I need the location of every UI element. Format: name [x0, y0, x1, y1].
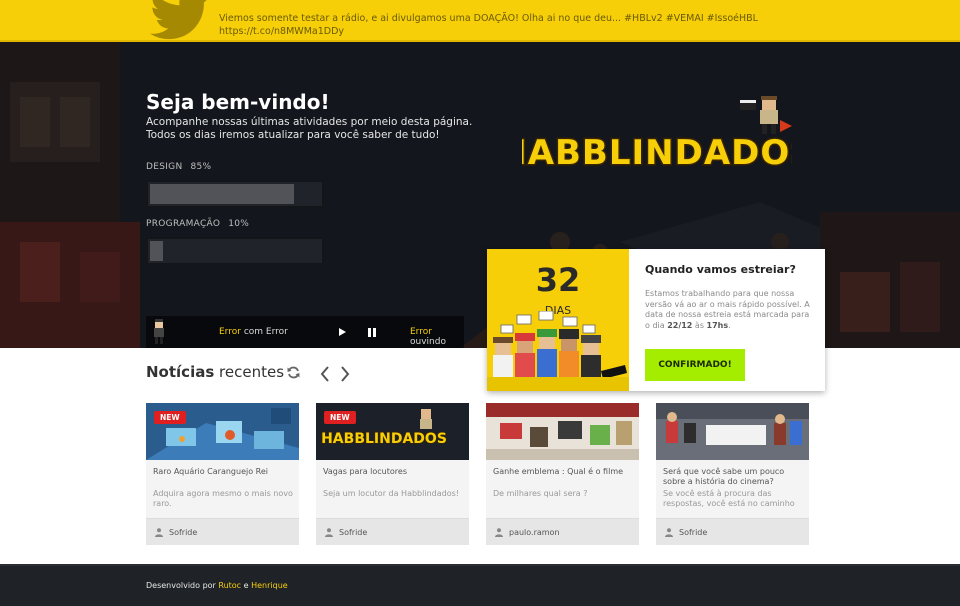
confirm-button[interactable]: CONFIRMADO! — [645, 349, 745, 381]
news-card[interactable]: Ganhe emblema : Qual é o filme De milhar… — [486, 403, 639, 545]
skill-fill-design — [150, 184, 294, 204]
play-button[interactable] — [339, 328, 346, 336]
radio-listener-suffix: ouvindo — [410, 337, 446, 347]
twitter-bar: Viemos somente testar a rádio, e ai divu… — [0, 0, 960, 42]
skill-percent: 10% — [228, 219, 250, 229]
countdown-number: 32 — [535, 261, 581, 299]
news-author: Sofride — [169, 528, 198, 537]
radio-dj-info: Error com Error — [219, 327, 288, 337]
page-footer: Desenvolvido por Rutoc e Henrique — [0, 564, 960, 606]
radio-listener-info: Error ouvindo — [410, 327, 464, 347]
news-description: Se você está à procura das respostas, vo… — [663, 489, 795, 508]
tweet-body: Viemos somente testar a rádio, e ai divu… — [219, 13, 758, 24]
news-author: paulo.ramon — [509, 528, 560, 537]
countdown-desc-mid: às — [692, 320, 707, 330]
tweet-link[interactable]: https://t.co/n8MWMa1DDy — [219, 25, 859, 38]
footer-credits: Desenvolvido por Rutoc e Henrique — [146, 581, 288, 590]
footer-author-link[interactable]: Rutoc — [218, 581, 241, 590]
skill-label-design: DESIGN 85% — [146, 162, 211, 172]
countdown-description: Estamos trabalhando para que nossa versã… — [645, 289, 813, 331]
welcome-title: Seja bem-vindo! — [146, 90, 330, 114]
skill-percent: 85% — [190, 162, 212, 172]
news-heading-bold: Notícias — [146, 363, 215, 381]
skill-name: PROGRAMAÇÃO — [146, 219, 221, 229]
news-footer: Sofride — [656, 518, 809, 545]
news-footer: paulo.ramon — [486, 518, 639, 545]
tweet-text: Viemos somente testar a rádio, e ai divu… — [219, 12, 859, 38]
news-heading-rest: recentes — [219, 363, 285, 381]
radio-dj-name: Error — [219, 327, 241, 337]
news-image-logo-text: HABBLINDADOS — [321, 431, 447, 447]
news-heading: Notícias recentes — [146, 363, 284, 381]
dj-avatar — [154, 319, 164, 344]
skill-label-programacao: PROGRAMAÇÃO 10% — [146, 219, 249, 229]
news-card-image — [656, 403, 809, 460]
skill-bar-programacao — [146, 237, 324, 265]
news-card[interactable]: NEW Raro Aquário Caranguejo Rei Adquira … — [146, 403, 299, 545]
news-description: Seja um locutor da Habblindados! — [323, 489, 459, 498]
habblindados-logo: HABBLINDADOS — [522, 96, 792, 175]
chevron-right-icon[interactable] — [339, 366, 351, 382]
news-description: Adquira agora mesmo o mais novo raro. — [153, 489, 293, 508]
news-title: Será que você sabe um pouco sobre a hist… — [663, 467, 785, 486]
logo-mascot — [740, 96, 792, 134]
skill-bar-design — [146, 180, 324, 208]
skill-name: DESIGN — [146, 162, 183, 172]
news-description: De milhares qual sera ? — [493, 489, 588, 498]
radio-dj-connector: com — [243, 327, 264, 337]
news-card-image — [486, 403, 639, 460]
welcome-subtitle: Acompanhe nossas últimas atividades por … — [146, 116, 476, 142]
news-card[interactable]: HABBLINDADOS NEW Vagas para locutores Se… — [316, 403, 469, 545]
user-icon — [495, 528, 503, 537]
chevron-left-icon[interactable] — [319, 366, 331, 382]
skill-fill-programacao — [150, 241, 164, 261]
user-icon — [665, 528, 673, 537]
radio-listener-name: Error — [410, 327, 432, 337]
welcome-subtitle-line2: Todos os dias iremos atualizar para você… — [146, 129, 440, 141]
countdown-time: 17hs — [706, 320, 729, 330]
news-title: Ganhe emblema : Qual é o filme — [493, 467, 624, 476]
pause-button[interactable] — [368, 328, 376, 337]
user-icon — [155, 528, 163, 537]
radio-dj-show: Error — [265, 327, 288, 337]
countdown-desc-end: . — [728, 320, 731, 330]
user-icon — [325, 528, 333, 537]
twitter-bird-icon — [150, 0, 207, 40]
news-title: Vagas para locutores — [323, 467, 407, 476]
logo-text: HABBLINDADOS — [522, 133, 792, 173]
news-footer: Sofride — [316, 518, 469, 545]
news-footer: Sofride — [146, 518, 299, 545]
countdown-characters-art — [487, 311, 629, 391]
countdown-panel: 32 DIAS — [487, 249, 629, 391]
radio-player: Error com Error Error ouvindo — [146, 316, 464, 348]
news-author: Sofride — [339, 528, 368, 537]
news-author: Sofride — [679, 528, 708, 537]
news-badge: NEW — [324, 411, 356, 424]
news-badge: NEW — [154, 411, 186, 424]
welcome-subtitle-line1: Acompanhe nossas últimas atividades por … — [146, 116, 473, 128]
footer-author-link[interactable]: Henrique — [251, 581, 288, 590]
news-title: Raro Aquário Caranguejo Rei — [153, 467, 268, 476]
countdown-card: 32 DIAS Quando vamos estreiar? Estamos t… — [487, 249, 825, 391]
footer-prefix: Desenvolvido por — [146, 581, 216, 590]
footer-joiner: e — [243, 581, 249, 590]
countdown-title: Quando vamos estreiar? — [645, 263, 796, 276]
refresh-icon[interactable] — [287, 366, 300, 379]
news-card[interactable]: Será que você sabe um pouco sobre a hist… — [656, 403, 809, 545]
countdown-date: 22/12 — [667, 320, 693, 330]
